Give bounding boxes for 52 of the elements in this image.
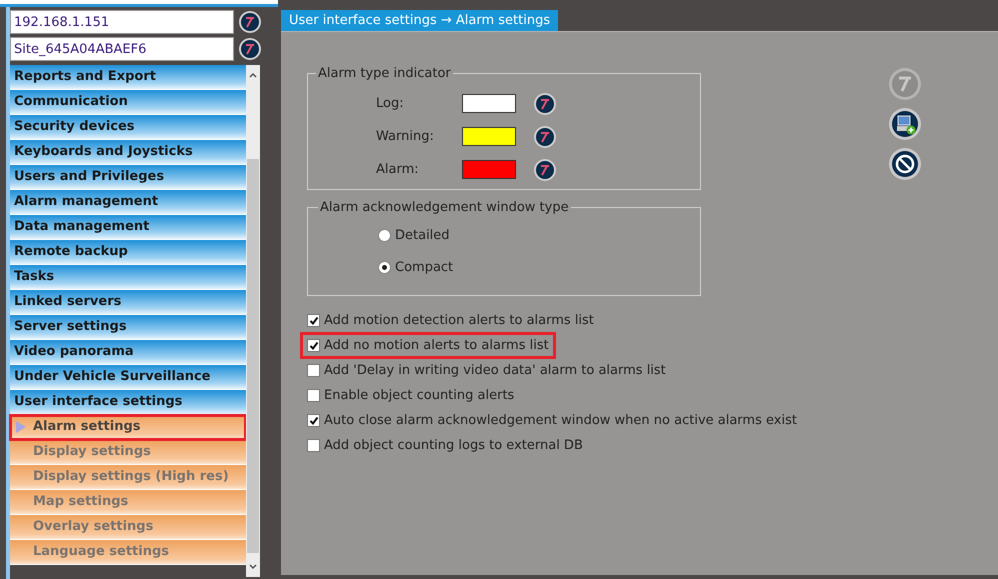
server-address-field[interactable]: 192.168.1.151 (10, 10, 234, 34)
checkbox-label: Add no motion alerts to alarms list (324, 338, 549, 353)
menu-section[interactable]: Keyboards and Joysticks (10, 140, 246, 165)
checkbox-label: Enable object counting alerts (324, 388, 514, 403)
menu-section[interactable]: Video panorama (10, 340, 246, 365)
menu-section[interactable]: Server settings (10, 315, 246, 340)
scroll-up-icon[interactable] (248, 71, 258, 79)
color-swatch[interactable] (462, 160, 516, 179)
checkbox[interactable] (307, 439, 320, 452)
checkbox[interactable] (307, 314, 320, 327)
checkbox-label: Add 'Delay in writing video data' alarm to alarms list (324, 363, 666, 378)
save-icon[interactable] (888, 107, 922, 141)
checkbox-label: Add object counting logs to external DB (324, 438, 583, 453)
menu-item[interactable]: Alarm settings (10, 415, 246, 440)
color-swatch[interactable] (462, 127, 516, 146)
menu-section[interactable]: Remote backup (10, 240, 246, 265)
menu-section[interactable]: Data management (10, 215, 246, 240)
radio-label: Detailed (395, 228, 450, 242)
menu-section[interactable]: Reports and Export (10, 65, 246, 90)
radio-button[interactable] (378, 228, 391, 242)
checkbox[interactable] (307, 389, 320, 402)
color-swatch[interactable] (462, 94, 516, 113)
checkbox[interactable] (307, 414, 320, 427)
checkbox-label: Add motion detection alerts to alarms list (324, 313, 594, 328)
group-title: Alarm acknowledgement window type (319, 200, 570, 215)
menu-section[interactable]: Alarm management (10, 190, 246, 215)
help-icon[interactable] (238, 10, 262, 34)
checkbox[interactable] (307, 364, 320, 377)
site-name-field[interactable]: Site_645A04ABAEF6 (10, 37, 234, 61)
menu-section[interactable]: Under Vehicle Surveillance (10, 365, 246, 390)
radio-label: Compact (395, 260, 454, 274)
menu-section[interactable]: User interface settings (10, 390, 246, 415)
checkbox-label: Auto close alarm acknowledgement window when no active alarms exist (324, 413, 797, 428)
menu-section[interactable]: Users and Privileges (10, 165, 246, 190)
edit-icon[interactable] (533, 124, 557, 148)
menu-section[interactable]: Linked servers (10, 290, 246, 315)
cancel-icon[interactable] (888, 147, 922, 181)
scroll-down-icon[interactable] (248, 563, 258, 571)
color-label: Log: (376, 96, 405, 111)
menu-section[interactable]: Communication (10, 90, 246, 115)
group-title: Alarm type indicator (317, 66, 452, 81)
triangle-icon (16, 421, 26, 433)
scrollbar[interactable] (246, 65, 260, 577)
color-label: Warning: (376, 129, 435, 144)
color-label: Alarm: (376, 162, 420, 177)
edit-icon[interactable] (533, 92, 557, 116)
checkbox[interactable] (307, 339, 320, 352)
menu-section[interactable]: Security devices (10, 115, 246, 140)
radio-button[interactable] (378, 260, 391, 274)
edit-icon[interactable] (533, 158, 557, 182)
help-icon[interactable] (238, 37, 262, 61)
menu-section[interactable]: Tasks (10, 265, 246, 290)
